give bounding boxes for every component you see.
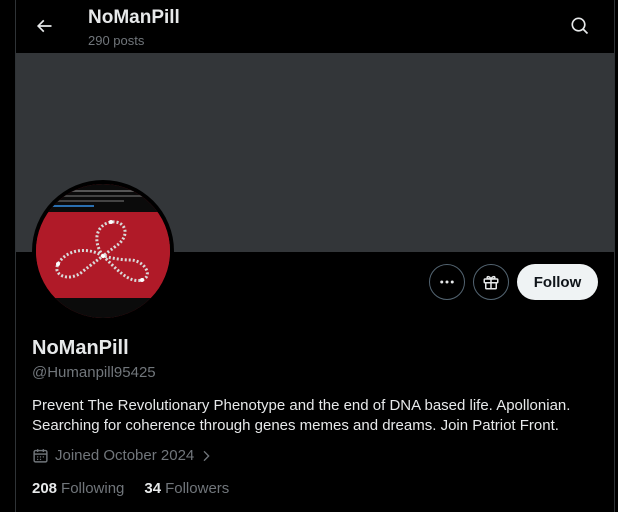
chevron-right-icon[interactable]	[198, 448, 214, 464]
arrow-left-icon	[36, 19, 52, 33]
avatar-graphic	[36, 184, 170, 318]
calendar-icon	[32, 447, 49, 464]
more-icon	[440, 280, 454, 284]
search-button[interactable]	[562, 8, 598, 44]
more-button[interactable]	[429, 264, 465, 300]
following-label: Following	[61, 480, 125, 497]
right-border	[614, 0, 615, 512]
join-date[interactable]: Joined October 2024	[32, 447, 214, 464]
profile-header: NoManPill 290 posts	[16, 0, 614, 53]
user-handle: @Humanpill95425	[32, 364, 156, 381]
join-date-text: Joined October 2024	[55, 447, 195, 464]
display-name: NoManPill	[32, 337, 129, 359]
back-button[interactable]	[26, 8, 62, 44]
avatar[interactable]	[32, 180, 174, 322]
profile-bio: Prevent The Revolutionary Phenotype and …	[32, 397, 571, 434]
followers-label: Followers	[165, 480, 230, 497]
search-icon	[571, 17, 589, 35]
follow-button[interactable]: Follow	[517, 264, 598, 300]
following-link[interactable]: 208 Following	[32, 480, 124, 497]
following-count: 208	[32, 480, 58, 497]
gift-button[interactable]	[473, 264, 509, 300]
post-count: 290 posts	[88, 33, 145, 48]
gift-icon	[483, 275, 499, 290]
followers-link[interactable]: 34 Followers	[144, 480, 229, 497]
avatar-image	[36, 184, 170, 318]
header-title: NoManPill	[88, 7, 180, 28]
followers-count: 34	[144, 480, 162, 497]
follow-stats: 208 Following 34 Followers	[32, 480, 229, 497]
